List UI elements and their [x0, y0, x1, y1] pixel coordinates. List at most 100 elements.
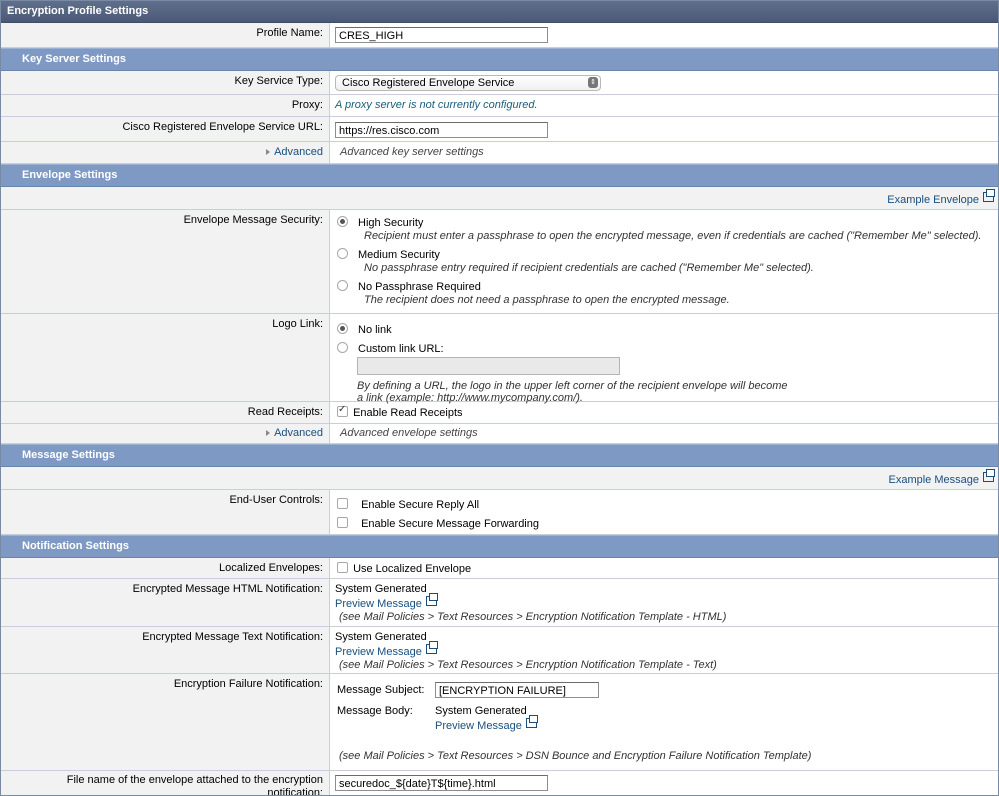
message-subject-label: Message Subject:: [337, 684, 425, 696]
no-passphrase-desc: The recipient does not need a passphrase…: [364, 294, 730, 306]
popup-window-icon: [425, 593, 438, 606]
key-service-type-select[interactable]: Cisco Registered Envelope Service ⇕: [335, 75, 601, 91]
key-server-advanced-desc: Advanced key server settings: [340, 146, 484, 158]
key-service-type-label: Key Service Type:: [1, 71, 330, 94]
row-cres-url: Cisco Registered Envelope Service URL: h…: [1, 117, 998, 142]
option-no-link[interactable]: No link: [337, 323, 993, 336]
message-body-value: System Generated: [435, 705, 527, 717]
localized-envelope-text: Use Localized Envelope: [353, 563, 472, 575]
medium-security-label: Medium Security: [358, 249, 440, 261]
message-subject-input[interactable]: [ENCRYPTION FAILURE]: [435, 682, 599, 698]
high-security-desc: Recipient must enter a passphrase to ope…: [364, 230, 982, 242]
text-preview-link[interactable]: Preview Message: [335, 646, 422, 658]
option-no-passphrase[interactable]: No Passphrase Required The recipient doe…: [337, 280, 993, 306]
row-read-receipts: Read Receipts: Enable Read Receipts: [1, 402, 998, 424]
secure-reply-all-label: Enable Secure Reply All: [361, 499, 480, 511]
envelope-filename-label: File name of the envelope attached to th…: [1, 771, 330, 796]
row-profile-name: Profile Name: CRES_HIGH: [1, 23, 998, 48]
row-failure-notification: Encryption Failure Notification: Message…: [1, 674, 998, 771]
advanced-label: Advanced: [274, 427, 323, 439]
row-key-advanced: Advanced Advanced key server settings: [1, 142, 998, 164]
high-security-radio[interactable]: [337, 216, 348, 227]
custom-link-label: Custom link URL:: [358, 343, 444, 355]
envelope-filename-label-line-1: File name of the envelope attached to th…: [66, 774, 323, 786]
text-notification-note: (see Mail Policies > Text Resources > En…: [339, 659, 717, 671]
encryption-profile-form: Encryption Profile Settings Profile Name…: [0, 0, 999, 796]
envelope-filename-label-line-2: notification:: [267, 787, 323, 796]
option-high-security[interactable]: High Security Recipient must enter a pas…: [337, 216, 993, 242]
secure-forwarding-option[interactable]: Enable Secure Message Forwarding: [337, 517, 993, 530]
no-link-label: No link: [358, 324, 392, 336]
expand-triangle-icon: [266, 149, 271, 155]
row-key-service-type: Key Service Type: Cisco Registered Envel…: [1, 71, 998, 95]
popup-window-icon: [425, 641, 438, 654]
cres-url-label: Cisco Registered Envelope Service URL:: [1, 117, 330, 141]
page-title: Encryption Profile Settings: [1, 1, 998, 23]
envelope-security-label: Envelope Message Security:: [1, 210, 330, 313]
secure-forwarding-label: Enable Secure Message Forwarding: [361, 518, 539, 530]
localized-envelope-checkbox[interactable]: [337, 562, 348, 573]
popup-window-icon: [983, 469, 995, 482]
select-arrows-icon: ⇕: [588, 77, 598, 88]
row-localized-envelopes: Localized Envelopes: Use Localized Envel…: [1, 558, 998, 579]
text-notification-label: Encrypted Message Text Notification:: [1, 627, 330, 673]
secure-reply-all-option[interactable]: Enable Secure Reply All: [337, 498, 993, 511]
row-envelope-filename: File name of the envelope attached to th…: [1, 771, 998, 796]
section-key-server: Key Server Settings: [1, 48, 998, 71]
envelope-advanced-toggle[interactable]: Advanced: [1, 424, 330, 443]
row-html-notification: Encrypted Message HTML Notification: Sys…: [1, 579, 998, 627]
section-envelope: Envelope Settings: [1, 164, 998, 187]
envelope-filename-input[interactable]: securedoc_${date}T${time}.html: [335, 775, 548, 791]
row-envelope-advanced: Advanced Advanced envelope settings: [1, 424, 998, 444]
medium-security-radio[interactable]: [337, 248, 348, 259]
row-envelope-security: Envelope Message Security: High Security…: [1, 210, 998, 314]
secure-forwarding-checkbox[interactable]: [337, 517, 348, 528]
section-notification: Notification Settings: [1, 535, 998, 558]
profile-name-input[interactable]: CRES_HIGH: [335, 27, 548, 43]
key-service-type-value: Cisco Registered Envelope Service: [342, 77, 515, 89]
profile-name-label: Profile Name:: [1, 23, 330, 47]
row-text-notification: Encrypted Message Text Notification: Sys…: [1, 627, 998, 674]
section-message: Message Settings: [1, 444, 998, 467]
row-logo-link: Logo Link: No link Custom link URL: By d…: [1, 314, 998, 404]
example-envelope-link[interactable]: Example Envelope: [887, 194, 979, 206]
row-example-envelope: Example Envelope: [1, 187, 998, 210]
cres-url-input[interactable]: https://res.cisco.com: [335, 122, 548, 138]
popup-window-icon: [525, 715, 538, 728]
failure-notification-label: Encryption Failure Notification:: [1, 674, 330, 770]
no-passphrase-label: No Passphrase Required: [358, 281, 481, 293]
advanced-label: Advanced: [274, 146, 323, 158]
html-preview-link[interactable]: Preview Message: [335, 598, 422, 610]
html-notification-label: Encrypted Message HTML Notification:: [1, 579, 330, 626]
envelope-advanced-desc: Advanced envelope settings: [340, 427, 478, 439]
no-passphrase-radio[interactable]: [337, 280, 348, 291]
popup-window-icon: [983, 189, 995, 202]
read-receipts-checkbox[interactable]: [337, 404, 348, 417]
option-custom-link[interactable]: Custom link URL:: [337, 342, 993, 355]
proxy-label: Proxy:: [1, 95, 330, 116]
key-server-advanced-toggle[interactable]: Advanced: [1, 142, 330, 163]
read-receipts-text: Enable Read Receipts: [353, 407, 463, 419]
high-security-label: High Security: [358, 217, 424, 229]
custom-link-url-input[interactable]: [357, 357, 620, 375]
body-preview-link[interactable]: Preview Message: [435, 720, 522, 732]
example-message-link[interactable]: Example Message: [889, 474, 980, 486]
read-receipts-label: Read Receipts:: [1, 402, 330, 423]
html-notification-note: (see Mail Policies > Text Resources > En…: [339, 611, 727, 623]
custom-link-radio[interactable]: [337, 342, 348, 353]
row-proxy: Proxy: A proxy server is not currently c…: [1, 95, 998, 117]
medium-security-desc: No passphrase entry required if recipien…: [364, 262, 814, 274]
failure-notification-note: (see Mail Policies > Text Resources > DS…: [339, 750, 812, 762]
expand-triangle-icon: [266, 430, 271, 436]
option-medium-security[interactable]: Medium Security No passphrase entry requ…: [337, 248, 993, 274]
end-user-controls-label: End-User Controls:: [1, 490, 330, 534]
logo-link-label: Logo Link:: [1, 314, 330, 401]
proxy-value: A proxy server is not currently configur…: [335, 99, 538, 111]
row-end-user-controls: End-User Controls: Enable Secure Reply A…: [1, 490, 998, 535]
localized-envelopes-label: Localized Envelopes:: [1, 558, 330, 578]
secure-reply-all-checkbox[interactable]: [337, 498, 348, 509]
logo-help-line-1: By defining a URL, the logo in the upper…: [357, 380, 788, 392]
message-body-label: Message Body:: [337, 705, 413, 717]
no-link-radio[interactable]: [337, 323, 348, 334]
row-example-message: Example Message: [1, 467, 998, 490]
